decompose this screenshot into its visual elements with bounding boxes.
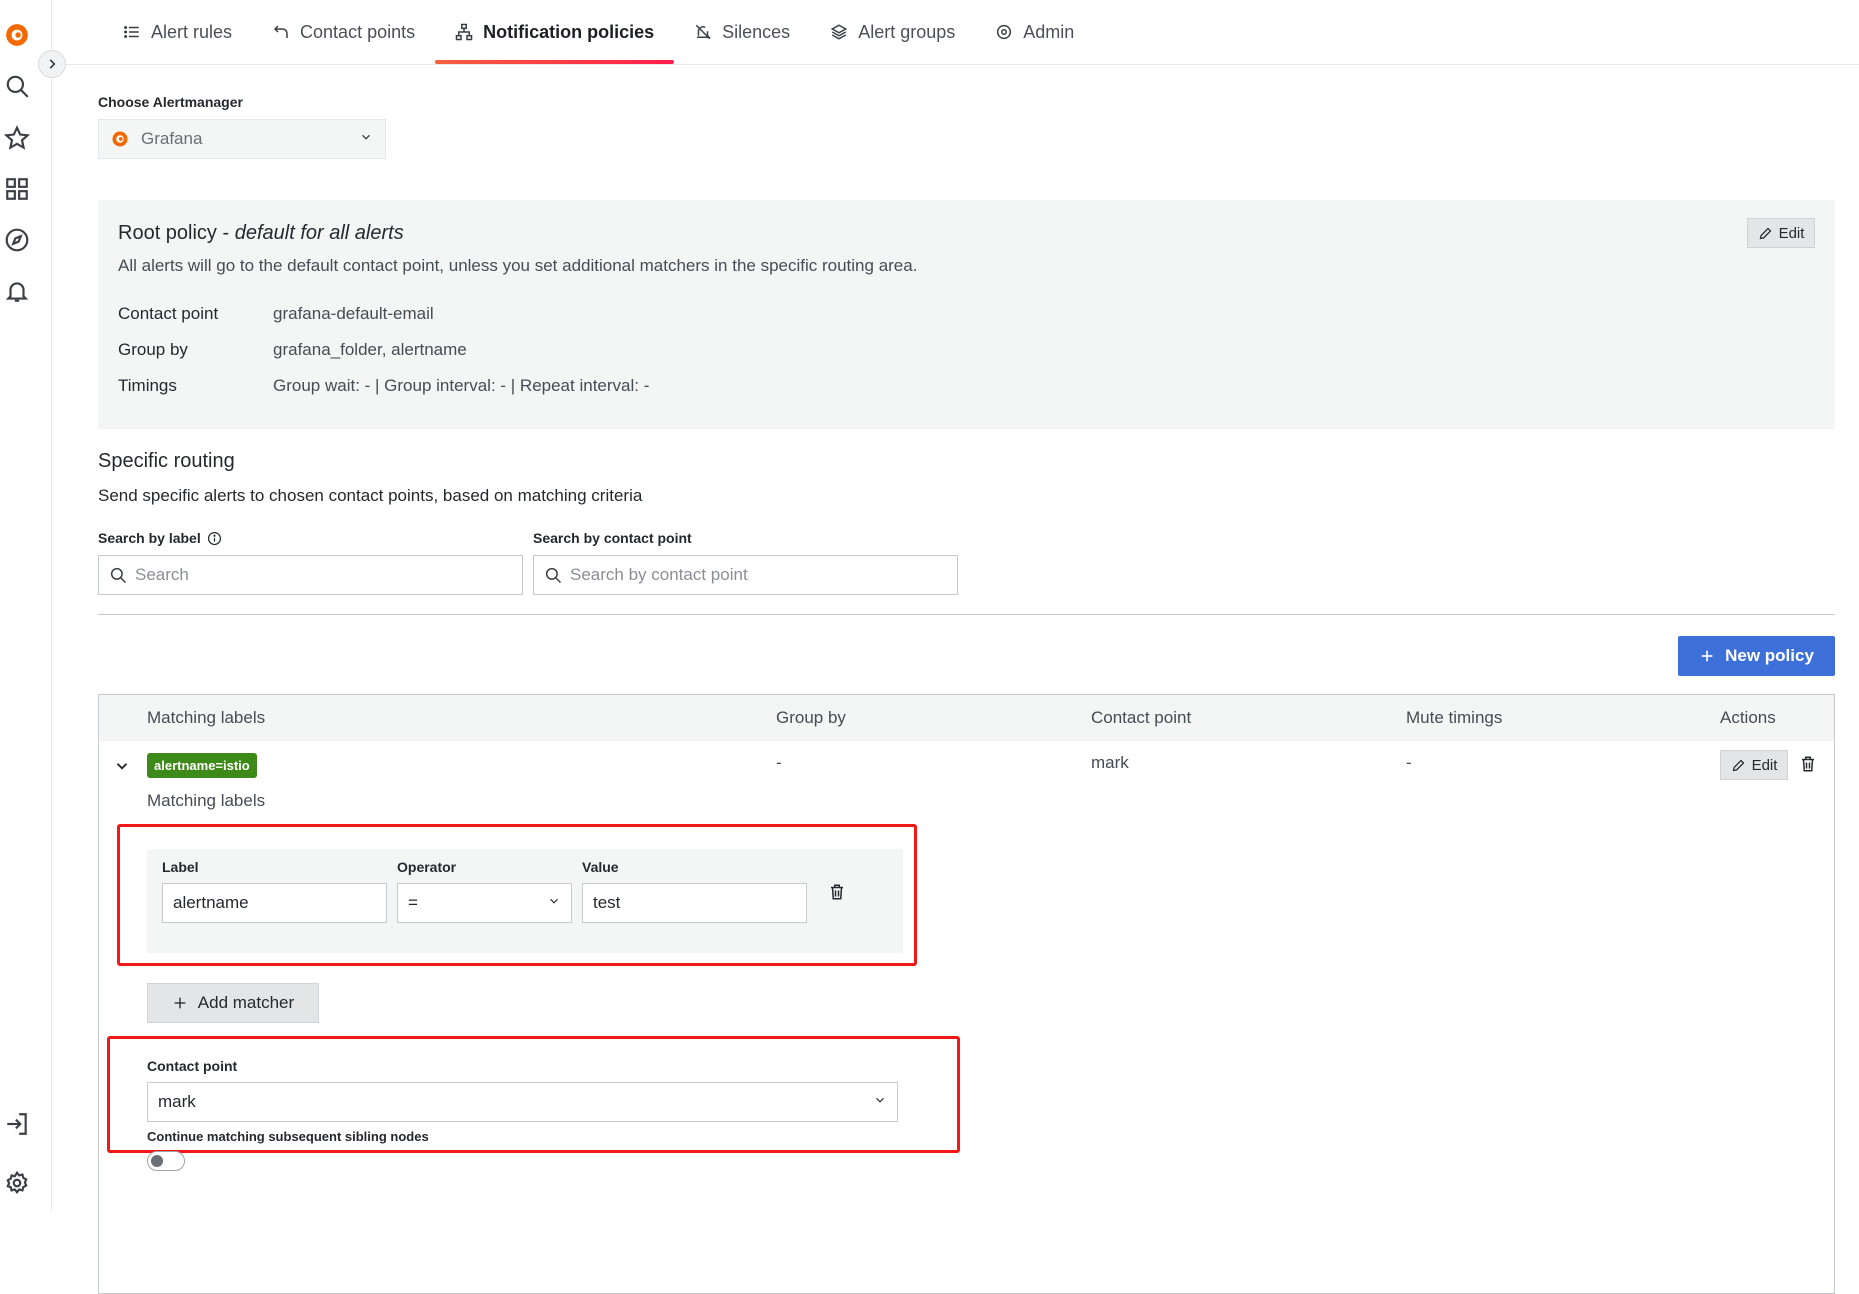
root-policy-timings: Timings Group wait: - | Group interval: -…	[118, 376, 649, 396]
highlight-box-matchers	[117, 824, 917, 966]
kv-value: grafana_folder, alertname	[273, 340, 467, 359]
root-policy-panel: Root policy - default for all alerts All…	[98, 200, 1835, 429]
divider	[98, 614, 1835, 615]
root-policy-contact-point: Contact point grafana-default-email	[118, 304, 434, 324]
search-icon	[110, 567, 127, 584]
sign-in-icon[interactable]	[0, 1107, 34, 1141]
info-circle-icon[interactable]	[207, 531, 222, 546]
expand-menu-button[interactable]	[38, 50, 66, 78]
root-policy-title: Root policy - default for all alerts	[118, 222, 404, 245]
tab-label: Contact points	[300, 21, 416, 42]
kv-key: Contact point	[118, 304, 219, 323]
root-policy-description: All alerts will go to the default contac…	[118, 256, 918, 275]
tab-label: Silences	[722, 21, 791, 42]
search-by-contact-point-label: Search by contact point	[533, 530, 692, 546]
continue-matching-toggle[interactable]	[147, 1151, 185, 1171]
chevron-right-icon	[49, 59, 56, 69]
tab-alert-rules[interactable]: Alert rules	[103, 0, 252, 64]
header-matching-labels: Matching labels	[147, 708, 266, 727]
alertmanager-value: Grafana	[141, 129, 203, 148]
grafana-logo-icon[interactable]	[0, 18, 34, 52]
edit-label: Edit	[1751, 756, 1778, 774]
alertmanager-label: Choose Alertmanager	[98, 94, 243, 110]
bell-slash-icon	[695, 24, 711, 40]
search-placeholder: Search	[135, 565, 189, 584]
search-placeholder: Search by contact point	[570, 565, 748, 584]
header-actions: Actions	[1720, 708, 1776, 727]
edit-label: Edit	[1778, 224, 1805, 242]
header-contact-point: Contact point	[1091, 708, 1192, 727]
table-header: Matching labels Group by Contact point M…	[99, 695, 1834, 741]
add-matcher-label: Add matcher	[197, 993, 295, 1012]
tab-alert-groups[interactable]: Alert groups	[810, 0, 975, 64]
search-icon[interactable]	[0, 69, 34, 103]
matching-labels-title: Matching labels	[147, 791, 266, 810]
kv-key: Group by	[118, 340, 188, 359]
root-policy-title-emphasis: default for all alerts	[234, 222, 404, 244]
settings-gear-icon[interactable]	[0, 1166, 34, 1200]
tab-admin[interactable]: Admin	[975, 0, 1094, 64]
list-icon	[124, 26, 139, 38]
search-by-label-text: Search by label	[98, 530, 201, 546]
root-policy-edit-button[interactable]: Edit	[1747, 218, 1815, 248]
header-group-by: Group by	[776, 708, 846, 727]
new-policy-button[interactable]: New policy	[1678, 636, 1835, 676]
sitemap-icon	[455, 23, 473, 41]
chevron-down-icon	[359, 129, 373, 149]
tab-label: Alert groups	[858, 21, 956, 42]
header-mute-timings: Mute timings	[1406, 708, 1503, 727]
contact-icon	[273, 25, 288, 38]
tab-bar: Alert rules Contact points Notification …	[51, 0, 1859, 65]
policies-table: Matching labels Group by Contact point M…	[98, 694, 1835, 1294]
cog-icon	[997, 24, 1012, 40]
search-by-label-label: Search by label	[98, 530, 222, 546]
root-policy-title-text: Root policy -	[118, 222, 235, 244]
highlight-box-contact-point	[107, 1036, 960, 1153]
tab-label: Notification policies	[483, 21, 655, 42]
layers-icon	[830, 24, 848, 40]
row-mute-timings: -	[1406, 753, 1412, 772]
alerting-bell-icon[interactable]	[0, 274, 34, 308]
pencil-icon	[1732, 759, 1744, 771]
specific-routing-description: Send specific alerts to chosen contact p…	[98, 486, 643, 505]
row-group-by: -	[776, 753, 782, 772]
tab-contact-points[interactable]: Contact points	[252, 0, 435, 64]
row-contact-point: mark	[1091, 753, 1129, 772]
chevron-down-icon	[116, 763, 128, 770]
sidebar	[0, 0, 52, 1211]
kv-value: grafana-default-email	[273, 304, 434, 323]
plus-icon	[1701, 650, 1713, 662]
grafana-logo-icon	[112, 131, 128, 147]
pencil-icon	[1759, 227, 1771, 239]
plus-icon	[174, 997, 186, 1009]
tab-label: Admin	[1023, 21, 1075, 42]
kv-value: Group wait: - | Group interval: - | Repe…	[273, 376, 650, 395]
dashboards-icon[interactable]	[0, 172, 34, 206]
specific-routing-title: Specific routing	[98, 450, 235, 472]
explore-compass-icon[interactable]	[0, 223, 34, 257]
search-icon	[545, 567, 562, 584]
collapse-row-button[interactable]	[113, 757, 131, 780]
star-icon[interactable]	[0, 121, 34, 155]
root-policy-group-by: Group by grafana_folder, alertname	[118, 340, 467, 360]
tab-label: Alert rules	[151, 21, 233, 42]
row-delete-button[interactable]	[1799, 755, 1817, 778]
alertmanager-select[interactable]: Grafana	[98, 119, 386, 159]
row-edit-button[interactable]: Edit	[1720, 750, 1788, 780]
search-by-label-input[interactable]: Search	[98, 555, 523, 595]
kv-key: Timings	[118, 376, 177, 395]
new-policy-label: New policy	[1725, 646, 1814, 665]
trash-icon	[1802, 756, 1814, 772]
matcher-badge: alertname=istio	[147, 753, 257, 778]
tab-notification-policies[interactable]: Notification policies	[435, 0, 675, 64]
tab-silences[interactable]: Silences	[674, 0, 810, 64]
add-matcher-button[interactable]: Add matcher	[147, 983, 319, 1023]
search-by-contact-point-input[interactable]: Search by contact point	[533, 555, 958, 595]
